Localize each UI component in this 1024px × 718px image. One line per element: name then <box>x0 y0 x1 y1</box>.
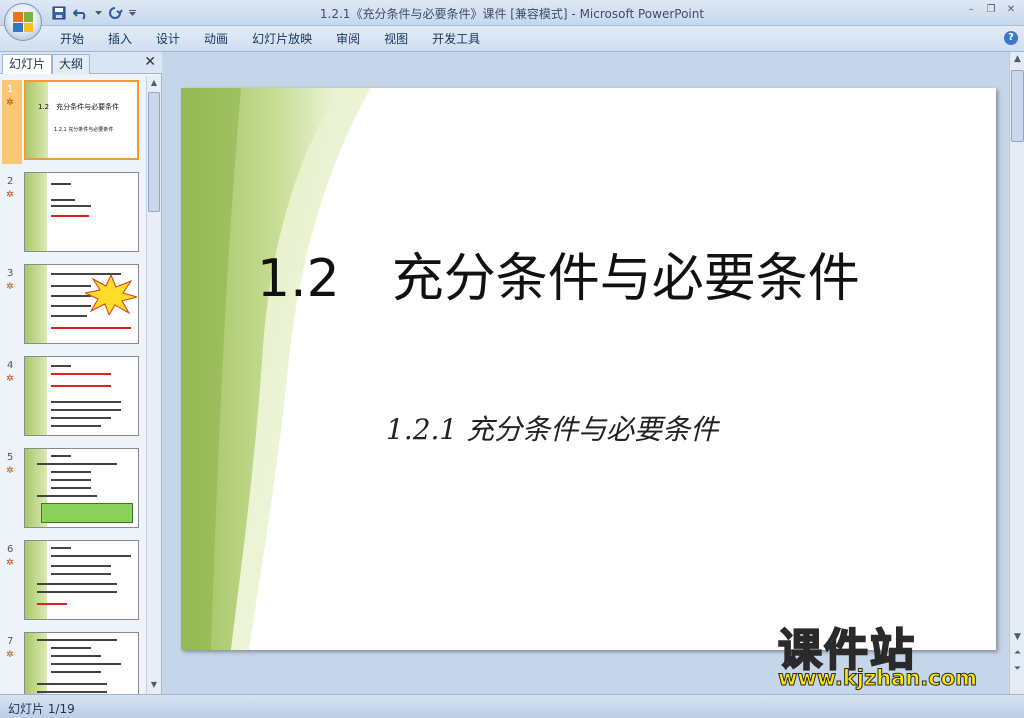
slide-preview <box>24 172 139 252</box>
tab-review[interactable]: 审阅 <box>324 30 372 48</box>
restore-icon[interactable]: ❐ <box>982 2 1000 18</box>
scroll-up-icon[interactable]: ▲ <box>148 78 160 90</box>
editor-scrollbar[interactable]: ▲ ▼ ⏶ ⏷ <box>1009 52 1024 694</box>
close-panel-icon[interactable]: ✕ <box>144 54 156 70</box>
minimize-icon[interactable]: – <box>962 2 980 18</box>
slide-thumbnail-4[interactable]: 4 ✲ <box>0 356 146 440</box>
next-slide-icon[interactable]: ⏷ <box>1011 664 1024 678</box>
slide-title[interactable]: 1.2 充分条件与必要条件 <box>257 236 860 311</box>
thumbnails-scrollbar[interactable]: ▲ ▼ <box>146 76 161 694</box>
scroll-down-icon[interactable]: ▼ <box>148 680 160 692</box>
scroll-up-icon[interactable]: ▲ <box>1011 54 1024 68</box>
slide-number: 1 <box>7 84 14 95</box>
watermark-url: www.kjzhan.com <box>777 666 978 691</box>
slide-preview <box>24 540 139 620</box>
slide-preview <box>24 356 139 436</box>
thumb-title: 1.2 充分条件与必要条件 <box>38 103 120 111</box>
tab-design[interactable]: 设计 <box>144 30 192 48</box>
slide-thumbnail-6[interactable]: 6 ✲ <box>0 540 146 624</box>
slide-thumbnail-3[interactable]: 3 ✲ <box>0 264 146 348</box>
close-window-icon[interactable]: ✕ <box>1002 2 1020 18</box>
animation-star-icon: ✲ <box>6 650 14 660</box>
title-bar: 1.2.1《充分条件与必要条件》课件 [兼容模式] - Microsoft Po… <box>0 0 1024 26</box>
animation-star-icon: ✲ <box>6 558 14 568</box>
slide-thumbnail-7[interactable]: 7 ✲ <box>0 632 146 694</box>
slide-preview <box>24 264 139 344</box>
slide-editor: 1.2 充分条件与必要条件 1.2.1 充分条件与必要条件 <box>163 52 1008 694</box>
office-button[interactable] <box>4 3 42 41</box>
animation-star-icon: ✲ <box>6 466 14 476</box>
slide-thumbnail-5[interactable]: 5 ✲ <box>0 448 146 532</box>
tab-animations[interactable]: 动画 <box>192 30 240 48</box>
office-logo-icon <box>13 12 33 32</box>
slide-preview: 1.2 充分条件与必要条件 1.2.1 充分条件与必要条件 <box>24 80 139 160</box>
slide-thumbnail-1[interactable]: 1 ✲ 1.2 充分条件与必要条件 1.2.1 充分条件与必要条件 <box>0 80 146 164</box>
tab-slide-show[interactable]: 幻灯片放映 <box>240 30 324 48</box>
slide-number: 4 <box>7 360 14 371</box>
animation-star-icon: ✲ <box>6 190 14 200</box>
window-controls: – ❐ ✕ <box>962 2 1020 18</box>
previous-slide-icon[interactable]: ⏶ <box>1011 648 1024 662</box>
ribbon-tabs: 开始 插入 设计 动画 幻灯片放映 审阅 视图 开发工具 <box>48 30 492 48</box>
panel-tabs: 幻灯片 大纲 ✕ <box>0 52 162 74</box>
tab-slides[interactable]: 幻灯片 <box>2 54 53 74</box>
slide-thumbnail-2[interactable]: 2 ✲ <box>0 172 146 256</box>
tab-view[interactable]: 视图 <box>372 30 420 48</box>
scroll-down-icon[interactable]: ▼ <box>1011 632 1024 646</box>
slides-panel: 幻灯片 大纲 ✕ 1 ✲ 1.2 充分条件与必要条件 1.2.1 充分条件与必要… <box>0 52 162 694</box>
tab-home[interactable]: 开始 <box>48 30 96 48</box>
tab-developer[interactable]: 开发工具 <box>420 30 492 48</box>
animation-star-icon: ✲ <box>6 374 14 384</box>
status-bar: 幻灯片 1/19 <box>0 694 1024 718</box>
slide-preview <box>24 632 139 694</box>
scroll-thumb[interactable] <box>1011 70 1024 142</box>
slide-preview <box>24 448 139 528</box>
slide-canvas[interactable]: 1.2 充分条件与必要条件 1.2.1 充分条件与必要条件 <box>181 88 996 650</box>
animation-star-icon: ✲ <box>6 98 14 108</box>
slide-number: 5 <box>7 452 14 463</box>
help-icon[interactable]: ? <box>1004 31 1018 45</box>
ribbon: 开始 插入 设计 动画 幻灯片放映 审阅 视图 开发工具 ? <box>0 26 1024 52</box>
window-title: 1.2.1《充分条件与必要条件》课件 [兼容模式] - Microsoft Po… <box>319 7 705 21</box>
slide-number: 7 <box>7 636 14 647</box>
slide-subtitle[interactable]: 1.2.1 充分条件与必要条件 <box>386 408 718 448</box>
tab-outline[interactable]: 大纲 <box>52 54 91 74</box>
tab-insert[interactable]: 插入 <box>96 30 144 48</box>
slide-counter: 幻灯片 1/19 <box>8 702 75 716</box>
thumb-subtitle: 1.2.1 充分条件与必要条件 <box>54 127 114 133</box>
slide-number: 6 <box>7 544 14 555</box>
green-leaf-decoration <box>181 88 371 650</box>
scroll-thumb[interactable] <box>148 92 160 212</box>
slide-number: 2 <box>7 176 14 187</box>
slide-thumbnails: 1 ✲ 1.2 充分条件与必要条件 1.2.1 充分条件与必要条件 2 ✲ 3 … <box>0 76 146 694</box>
slide-number: 3 <box>7 268 14 279</box>
animation-star-icon: ✲ <box>6 282 14 292</box>
